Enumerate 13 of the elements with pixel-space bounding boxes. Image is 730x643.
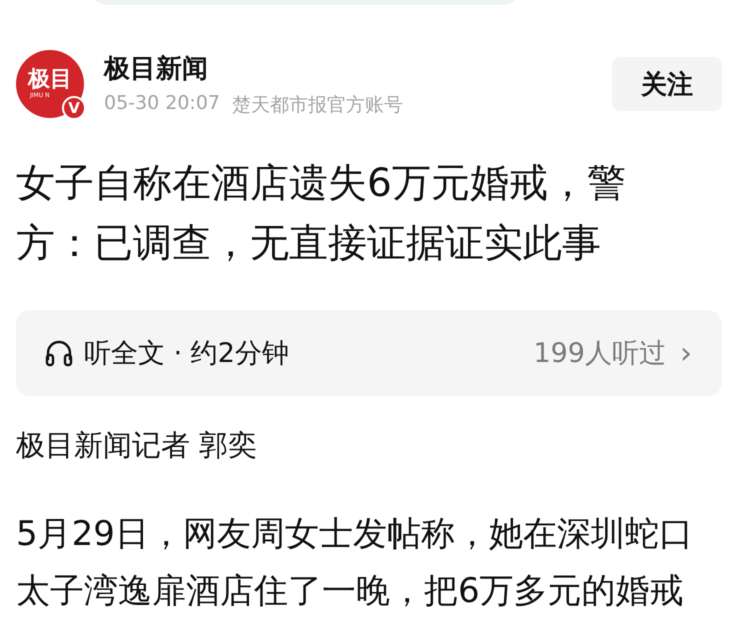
listener-count: 199人听过 <box>533 337 666 371</box>
article-paragraph: 5月29日，网友周女士发帖称，她在深圳蛇口太子湾逸扉酒店住了一晚，把6万多元的婚戒 <box>16 513 694 613</box>
logo-text: 极目 <box>28 69 72 91</box>
follow-button[interactable]: 关注 <box>612 57 722 111</box>
source-label: 楚天都市报官方账号 <box>232 92 404 118</box>
publish-time: 05-30 20:07 <box>104 92 220 116</box>
author-name[interactable]: 极目新闻 <box>104 50 612 86</box>
listen-label[interactable]: 听全文 · 约2分钟 <box>84 335 534 371</box>
chevron-icon[interactable]: › <box>680 336 692 370</box>
byline: 极目新闻记者 郭奕 <box>16 427 258 464</box>
headphones-icon <box>44 338 74 368</box>
article-title: 女子自称在酒店遗失6万元婚戒，警方：已调查，无直接证据证实此事 <box>16 160 627 268</box>
verified-badge: V <box>62 96 86 120</box>
